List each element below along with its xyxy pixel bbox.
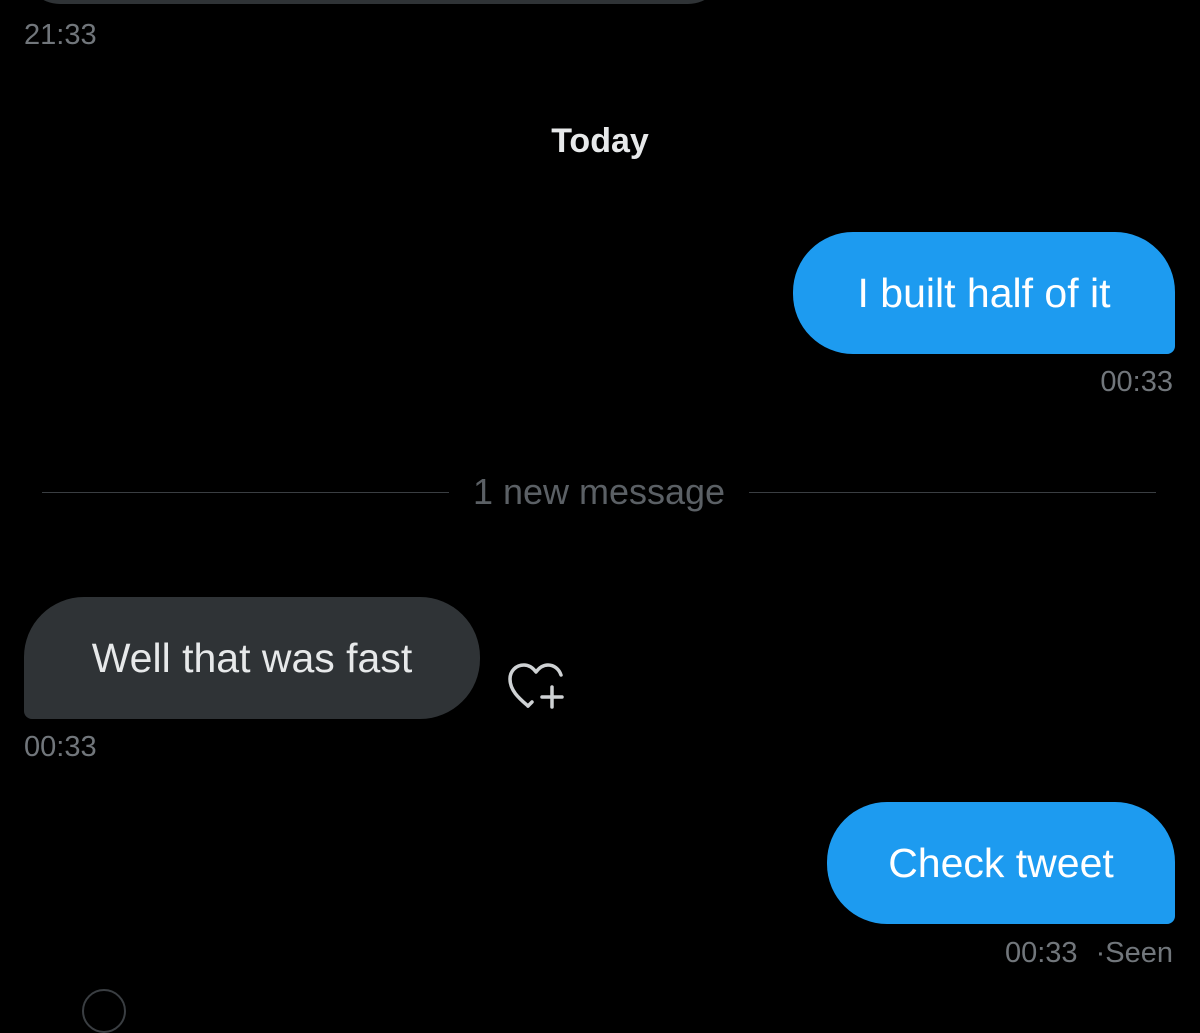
new-messages-label: 1 new message <box>472 471 726 512</box>
message-text: I built half of it <box>857 269 1111 316</box>
status-separator: · <box>1095 937 1106 969</box>
outgoing-message-bubble[interactable]: I built half of it <box>793 232 1175 354</box>
message-text: Well that was fast <box>91 634 413 681</box>
message-time: 00:33 <box>1100 366 1173 398</box>
avatar <box>82 989 126 1033</box>
previous-message-time: 21:33 <box>24 19 97 51</box>
divider-line <box>749 491 1157 493</box>
previous-message-bubble[interactable] <box>24 0 724 4</box>
outgoing-message-bubble[interactable]: Check tweet <box>827 802 1175 924</box>
seen-status: Seen <box>1105 937 1173 969</box>
message-time: 00:33 <box>24 731 97 763</box>
message-time: 00:33 <box>1004 937 1078 969</box>
message-status-line: 00:33 ·Seen <box>1005 937 1173 970</box>
divider-line <box>42 491 449 493</box>
new-messages-divider: 1 new message <box>42 470 1157 514</box>
day-separator: Today <box>551 122 649 160</box>
message-text: Check tweet <box>888 839 1114 886</box>
add-reaction-heart-icon[interactable] <box>506 660 566 712</box>
incoming-message-bubble[interactable]: Well that was fast <box>24 597 480 719</box>
